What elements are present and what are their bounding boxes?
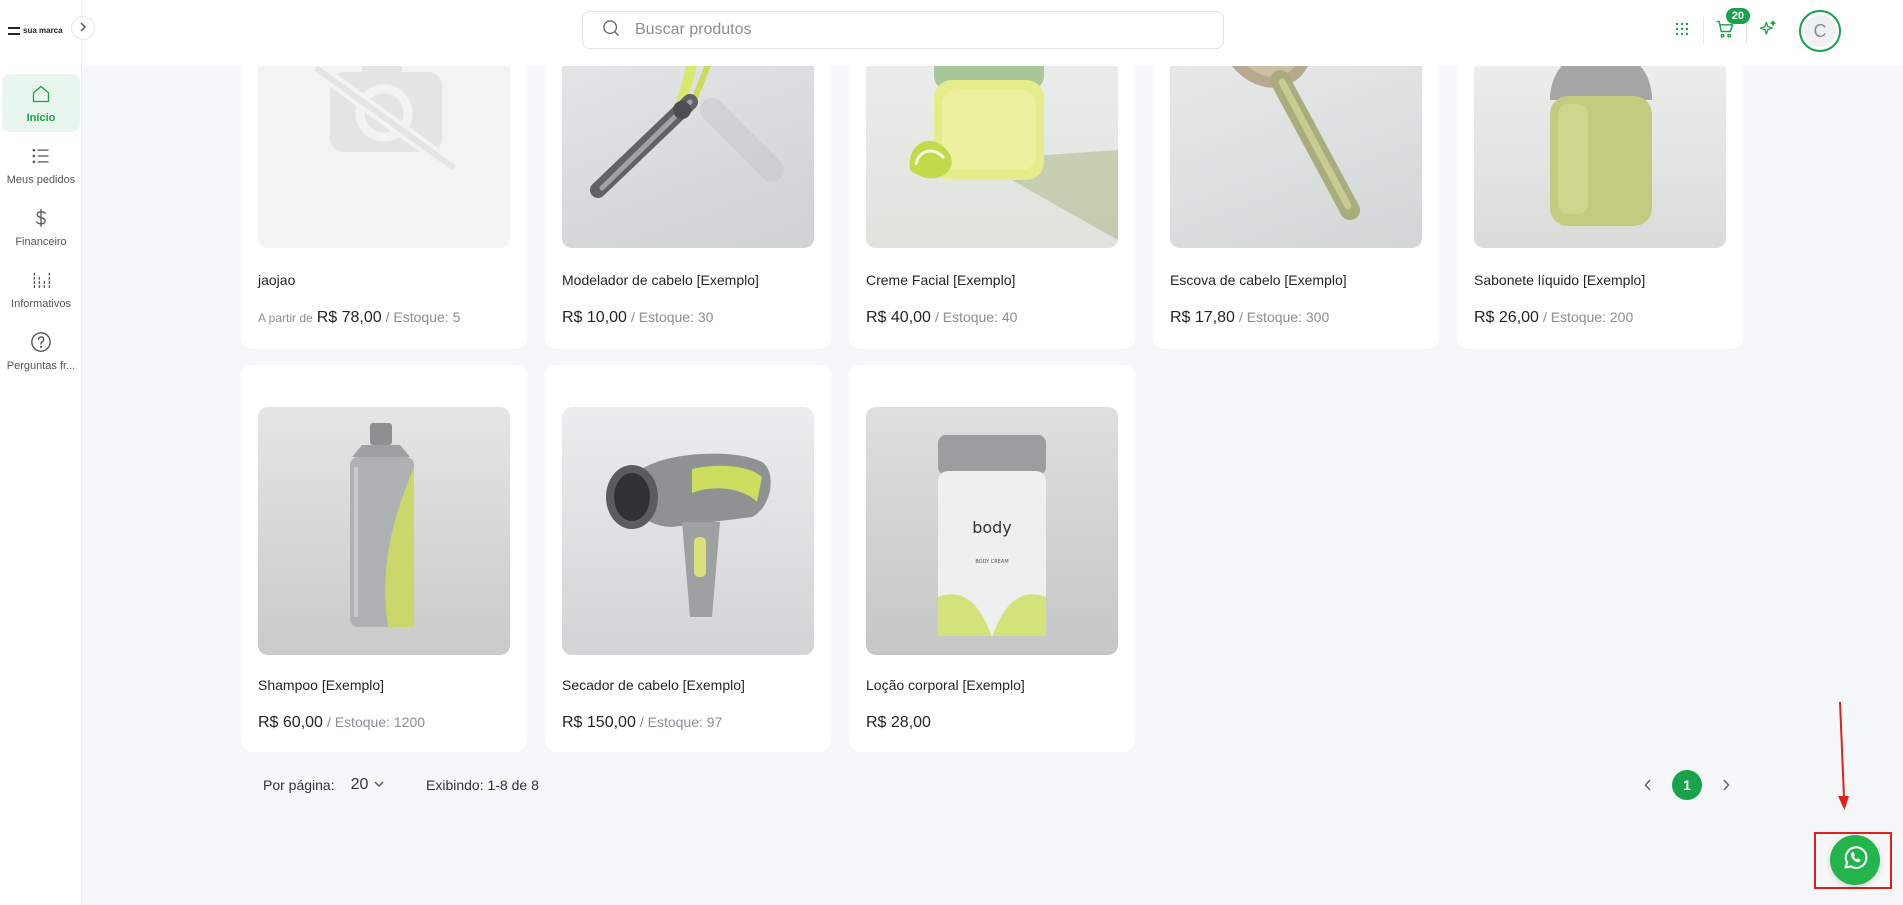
product-price-line: R$ 17,80 / Estoque: 300 (1170, 309, 1329, 327)
product-name: Creme Facial [Exemplo] (866, 272, 1016, 288)
sidebar-item-label: Início (26, 111, 56, 124)
product-stock: / Estoque: 40 (934, 309, 1018, 325)
product-card[interactable]: Secador de cabelo [Exemplo] R$ 150,00 / … (545, 365, 831, 752)
jar-label: body (972, 518, 1012, 537)
cart-button[interactable]: 20 (1708, 8, 1750, 51)
product-price-line: A partir de R$ 78,00 / Estoque: 5 (258, 309, 460, 327)
whatsapp-button[interactable] (1830, 835, 1880, 885)
equalizer-icon (30, 269, 52, 291)
per-page-value: 20 (350, 776, 369, 793)
ai-assistant-button[interactable] (1751, 11, 1785, 51)
sidebar-item-perguntas-frequentes[interactable]: Perguntas fr... (2, 322, 80, 380)
sidebar-item-meus-pedidos[interactable]: Meus pedidos (2, 136, 80, 194)
chevron-left-icon (1644, 779, 1651, 791)
sidebar-item-label: Meus pedidos (6, 173, 76, 186)
product-name: Modelador de cabelo [Exemplo] (562, 272, 759, 288)
product-price-line: R$ 40,00 / Estoque: 40 (866, 309, 1017, 327)
apps-grid-icon (1674, 21, 1690, 42)
product-price: R$ 17,80 (1170, 309, 1235, 326)
product-price-line: R$ 150,00 / Estoque: 97 (562, 714, 722, 732)
header-actions: 20 C (1665, 8, 1841, 52)
product-price-line: R$ 10,00 / Estoque: 30 (562, 309, 713, 327)
sidebar-item-informativos[interactable]: Informativos (2, 260, 80, 318)
product-name: Sabonete líquido [Exemplo] (1474, 272, 1646, 288)
per-page-select[interactable]: 20 (351, 776, 385, 794)
product-image (258, 407, 510, 655)
product-name: Secador de cabelo [Exemplo] (562, 677, 745, 693)
price-from-label: A partir de (258, 311, 313, 325)
brand-logo[interactable]: sua marca (8, 26, 63, 35)
apps-button[interactable] (1665, 11, 1699, 51)
product-stock: / Estoque: 300 (1238, 309, 1330, 325)
product-price: R$ 40,00 (866, 309, 931, 326)
product-price-line: R$ 28,00 (866, 714, 931, 732)
sidebar-nav: Início Meus pedidos Financeiro Informati… (0, 74, 82, 384)
user-avatar[interactable]: C (1799, 10, 1841, 52)
product-stock: / Estoque: 30 (630, 309, 714, 325)
header-divider (1703, 18, 1704, 44)
top-header: 20 C (82, 0, 1903, 66)
sidebar-toggle-button[interactable] (71, 16, 95, 40)
product-image (562, 407, 814, 655)
sidebar: sua marca Início Meus pedidos Financeiro… (0, 0, 82, 905)
sidebar-item-inicio[interactable]: Início (2, 74, 80, 132)
list-icon (30, 145, 52, 167)
product-price-line: R$ 26,00 / Estoque: 200 (1474, 309, 1633, 327)
product-card[interactable]: body BODY CREAM Loção corporal [Exemplo]… (849, 365, 1135, 752)
product-stock: / Estoque: 97 (639, 714, 723, 730)
brand-logo-mark (8, 26, 20, 35)
results-count: Exibindo: 1-8 de 8 (426, 777, 539, 793)
home-icon (30, 83, 52, 105)
product-price: R$ 60,00 (258, 714, 323, 731)
page-button-current[interactable]: 1 (1672, 770, 1702, 800)
chevron-down-icon (374, 776, 384, 794)
product-card[interactable]: Shampoo [Exemplo] R$ 60,00 / Estoque: 12… (241, 365, 527, 752)
search-input[interactable] (635, 21, 1195, 39)
chevron-right-icon (78, 21, 88, 35)
help-icon (30, 331, 52, 353)
product-price: R$ 78,00 (316, 309, 382, 326)
prev-page-button[interactable] (1636, 770, 1660, 800)
product-name: Loção corporal [Exemplo] (866, 677, 1025, 693)
per-page-control: Por página: 20 (263, 776, 384, 794)
sparkles-icon (1758, 19, 1778, 44)
jar-sublabel: BODY CREAM (975, 559, 1008, 565)
pagination: 1 (1636, 770, 1738, 800)
sidebar-item-label: Financeiro (15, 235, 67, 248)
product-price: R$ 26,00 (1474, 309, 1539, 326)
whatsapp-icon (1840, 843, 1870, 878)
hair-dryer-image (606, 453, 771, 617)
product-price: R$ 28,00 (866, 714, 931, 731)
product-price-line: R$ 60,00 / Estoque: 1200 (258, 714, 425, 732)
per-page-label: Por página: (263, 777, 335, 793)
product-image: body BODY CREAM (866, 407, 1118, 655)
sidebar-item-label: Perguntas fr... (6, 359, 76, 372)
body-lotion-image: body BODY CREAM (938, 435, 1046, 637)
search-icon (601, 18, 621, 43)
product-price: R$ 150,00 (562, 714, 636, 731)
dollar-icon (30, 207, 52, 229)
product-price: R$ 10,00 (562, 309, 627, 326)
next-page-button[interactable] (1714, 770, 1738, 800)
product-stock: / Estoque: 200 (1542, 309, 1634, 325)
product-name: jaojao (258, 272, 296, 288)
product-stock: / Estoque: 1200 (326, 714, 426, 730)
product-name: Escova de cabelo [Exemplo] (1170, 272, 1347, 288)
shampoo-bottle-image (350, 423, 414, 627)
sidebar-item-label: Informativos (11, 297, 71, 310)
product-stock: / Estoque: 5 (385, 309, 461, 325)
annotation-arrow (1838, 701, 1849, 810)
search-bar[interactable] (582, 11, 1224, 49)
chevron-right-icon (1723, 779, 1730, 791)
cart-count-badge: 20 (1725, 8, 1750, 24)
sidebar-item-financeiro[interactable]: Financeiro (2, 198, 80, 256)
brand-logo-text: sua marca (23, 26, 63, 35)
product-name: Shampoo [Exemplo] (258, 677, 385, 693)
